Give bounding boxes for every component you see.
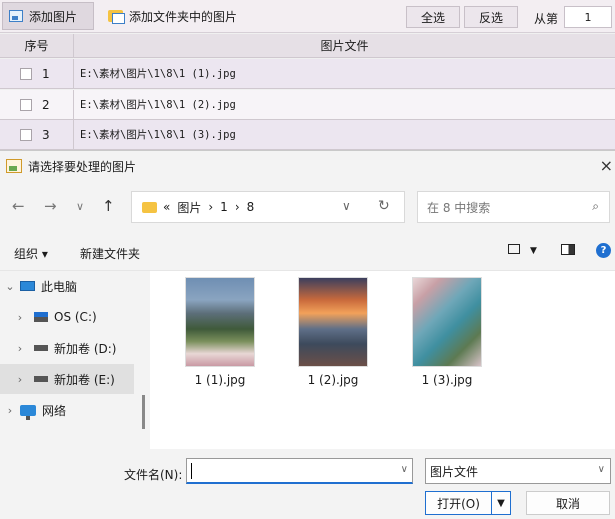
file-list: 1 (1).jpg 1 (2).jpg 1 (3).jpg	[150, 271, 615, 449]
row-checkbox[interactable]	[20, 67, 32, 80]
breadcrumb-item[interactable]: 图片	[177, 199, 201, 216]
chevron-down-icon[interactable]: ⌄	[0, 280, 20, 293]
image-thumbnail	[298, 277, 368, 367]
image-icon	[9, 10, 23, 22]
breadcrumb-separator-icon: ›	[208, 200, 214, 214]
forward-arrow-icon[interactable]: →	[44, 197, 57, 215]
table-row[interactable]: 2 E:\素材\图片\1\8\1 (2).jpg	[0, 90, 615, 120]
add-folder-images-button[interactable]: 添加文件夹中的图片	[102, 2, 252, 30]
dialog-navbar: ← → ∨ ↑ « 图片 › 1 › 8 ∨ ↻ 在 8 中搜索 ⌕	[0, 181, 615, 233]
folder-image-icon	[108, 10, 125, 24]
nav-scrollbar[interactable]	[142, 395, 145, 429]
chevron-down-icon[interactable]: ∨	[342, 199, 351, 213]
cancel-button[interactable]: 取消	[526, 491, 610, 515]
text-caret	[191, 463, 192, 479]
search-input[interactable]: 在 8 中搜索 ⌕	[417, 191, 610, 223]
breadcrumb-separator-icon: ›	[234, 200, 240, 214]
table-row[interactable]: 1 E:\素材\图片\1\8\1 (1).jpg	[0, 59, 615, 89]
column-file-header: 图片文件	[320, 39, 369, 53]
file-item[interactable]: 1 (1).jpg	[175, 277, 265, 387]
row-checkbox[interactable]	[20, 98, 32, 111]
network-icon	[20, 404, 36, 420]
file-name: 1 (1).jpg	[194, 373, 246, 387]
computer-icon	[20, 281, 35, 291]
help-icon[interactable]: ?	[596, 243, 611, 258]
row-index: 3	[42, 127, 50, 142]
file-item[interactable]: 1 (3).jpg	[402, 277, 492, 387]
back-arrow-icon[interactable]: ←	[12, 197, 25, 215]
row-index: 1	[42, 66, 50, 81]
chevron-right-icon[interactable]: ›	[10, 373, 30, 386]
image-thumbnail	[412, 277, 482, 367]
row-path: E:\素材\图片\1\8\1 (3).jpg	[80, 129, 236, 141]
file-item[interactable]: 1 (2).jpg	[288, 277, 378, 387]
column-index-header: 序号	[0, 34, 74, 57]
file-open-dialog: 请选择要处理的图片 × ← → ∨ ↑ « 图片 › 1 › 8 ∨ ↻ 在 8…	[0, 150, 615, 519]
from-index-input[interactable]: 1	[564, 6, 612, 28]
row-checkbox[interactable]	[20, 128, 32, 141]
open-dropdown-icon[interactable]: ▼	[492, 498, 510, 509]
nav-item-volume-d[interactable]: › 新加卷 (D:)	[0, 333, 134, 363]
search-icon: ⌕	[592, 199, 599, 213]
nav-item-volume-e[interactable]: › 新加卷 (E:)	[0, 364, 134, 394]
chevron-down-icon[interactable]: ∨	[598, 464, 605, 475]
chevron-right-icon[interactable]: ›	[10, 342, 30, 355]
nav-item-network[interactable]: › 网络	[0, 395, 134, 425]
dialog-title: 请选择要处理的图片	[28, 159, 137, 174]
breadcrumb-item[interactable]: 1	[220, 200, 228, 214]
chevron-down-icon[interactable]: ∨	[401, 464, 408, 475]
invert-selection-button[interactable]: 反选	[464, 6, 518, 28]
refresh-icon[interactable]: ↻	[378, 198, 390, 214]
breadcrumb: « 图片 › 1 › 8	[163, 199, 255, 216]
chevron-down-icon[interactable]: ∨	[76, 200, 84, 213]
table-row[interactable]: 3 E:\素材\图片\1\8\1 (3).jpg	[0, 120, 615, 150]
breadcrumb-item[interactable]: 8	[247, 200, 255, 214]
close-icon[interactable]: ×	[600, 156, 613, 175]
add-image-button[interactable]: 添加图片	[2, 2, 94, 30]
folder-icon	[142, 201, 157, 213]
address-bar[interactable]: « 图片 › 1 › 8 ∨ ↻	[131, 191, 405, 223]
dialog-footer: 文件名(N): ∨ 图片文件 ∨ 打开(O) ▼ 取消	[0, 449, 615, 519]
up-arrow-icon[interactable]: ↑	[102, 197, 115, 215]
from-label: 从第	[534, 12, 559, 26]
open-button[interactable]: 打开(O) ▼	[425, 491, 511, 515]
preview-pane-icon[interactable]	[561, 244, 575, 255]
filetype-select[interactable]: 图片文件 ∨	[425, 458, 611, 484]
windows-drive-icon	[34, 312, 48, 322]
dialog-titlebar: 请选择要处理的图片 ×	[0, 151, 615, 181]
file-name: 1 (2).jpg	[307, 373, 359, 387]
app-toolbar: 添加图片 添加文件夹中的图片 全选 反选 从第 1	[0, 0, 615, 33]
nav-item-this-pc[interactable]: ⌄ 此电脑	[0, 271, 134, 301]
filename-input[interactable]: ∨	[186, 458, 413, 484]
chevron-right-icon[interactable]: ›	[10, 311, 30, 324]
row-index: 2	[42, 97, 50, 112]
row-path: E:\素材\图片\1\8\1 (2).jpg	[80, 99, 236, 111]
image-thumbnail	[185, 277, 255, 367]
organize-button[interactable]: 组织 ▾	[14, 245, 48, 262]
filename-label: 文件名(N):	[124, 468, 183, 482]
select-all-button[interactable]: 全选	[406, 6, 460, 28]
navigation-pane: ⌄ 此电脑 › OS (C:) › 新加卷 (D:) › 新加卷 (E:) › …	[0, 271, 150, 449]
chevron-down-icon[interactable]: ▼	[530, 246, 537, 256]
file-name: 1 (3).jpg	[421, 373, 473, 387]
new-folder-button[interactable]: 新建文件夹	[80, 245, 140, 262]
view-icon[interactable]	[508, 244, 520, 254]
nav-item-os-c[interactable]: › OS (C:)	[0, 302, 134, 332]
chevron-right-icon[interactable]: ›	[0, 404, 20, 417]
row-path: E:\素材\图片\1\8\1 (1).jpg	[80, 68, 236, 80]
drive-icon	[34, 376, 48, 382]
table-header: 序号 图片文件	[0, 34, 615, 58]
command-bar: 组织 ▾ 新建文件夹 ▼ ?	[0, 233, 615, 271]
picture-icon	[6, 159, 22, 173]
drive-icon	[34, 345, 48, 351]
